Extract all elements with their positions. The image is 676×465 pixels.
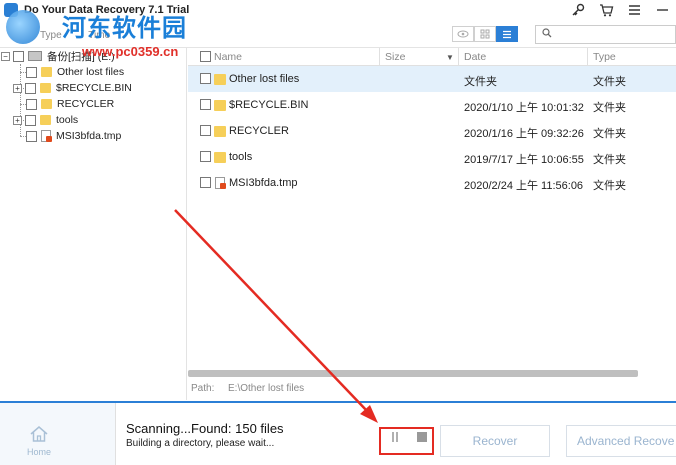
path-bar: Path: E:\Other lost files <box>188 380 676 398</box>
home-label: Home <box>27 447 52 457</box>
row-checkbox[interactable] <box>200 151 211 162</box>
watermark-logo-icon <box>6 10 40 44</box>
tree-item-msi-tmp[interactable]: MSI3bfda.tmp <box>26 128 121 144</box>
row-name: MSI3bfda.tmp <box>229 177 298 189</box>
menu-icon[interactable] <box>626 2 642 18</box>
path-label: Path: <box>191 383 215 394</box>
table-row[interactable]: RECYCLER 2020/1/16 上午 09:32:26 文件夹 <box>188 118 676 144</box>
eye-icon <box>457 30 469 38</box>
watermark-text: 河东软件园 <box>62 13 187 42</box>
row-date: 2019/7/17 上午 10:06:55 <box>464 154 584 166</box>
row-checkbox[interactable] <box>200 73 211 84</box>
folder-icon <box>40 83 51 93</box>
view-switcher <box>452 26 518 42</box>
tree-item-label: MSI3bfda.tmp <box>56 130 122 142</box>
row-checkbox[interactable] <box>200 99 211 110</box>
table-row[interactable]: tools 2019/7/17 上午 10:06:55 文件夹 <box>188 144 676 170</box>
tree-checkbox[interactable] <box>25 82 36 94</box>
scan-status: Scanning...Found: 150 files <box>126 421 284 436</box>
tree-checkbox[interactable] <box>26 98 37 110</box>
key-icon[interactable] <box>570 2 586 18</box>
tree-item-label: RECYCLER <box>57 98 115 110</box>
folder-icon <box>41 67 52 77</box>
tree-item-recycler[interactable]: RECYCLER <box>26 96 114 112</box>
tree-checkbox[interactable] <box>26 66 37 78</box>
table-row[interactable]: $RECYCLE.BIN 2020/1/10 上午 10:01:32 文件夹 <box>188 92 676 118</box>
row-type: 文件夹 <box>593 102 626 114</box>
highlight-box <box>379 427 434 455</box>
search-icon <box>542 28 552 41</box>
row-checkbox[interactable] <box>200 125 211 136</box>
column-size[interactable]: Size <box>385 51 405 63</box>
tmp-file-icon <box>215 177 226 189</box>
horizontal-scrollbar[interactable] <box>188 370 638 377</box>
tab-type[interactable]: Type <box>40 30 62 41</box>
column-type[interactable]: Type <box>593 51 616 63</box>
tree-checkbox[interactable] <box>26 130 37 142</box>
list-view-button[interactable] <box>496 26 518 42</box>
tree-item-tools[interactable]: + tools <box>13 112 78 128</box>
folder-icon <box>214 152 226 163</box>
table-row[interactable]: Other lost files 文件夹 文件夹 <box>188 66 676 92</box>
tree-checkbox[interactable] <box>25 114 36 126</box>
minimize-icon[interactable] <box>654 2 670 18</box>
folder-icon <box>41 99 52 109</box>
row-name: RECYCLER <box>229 125 289 137</box>
tree-checkbox[interactable] <box>13 50 24 62</box>
tree-item-label: Other lost files <box>57 66 125 78</box>
collapse-icon[interactable]: − <box>1 51 10 61</box>
bottom-bar: Home Scanning...Found: 150 files Buildin… <box>0 401 676 465</box>
list-icon <box>503 30 511 38</box>
home-button[interactable]: Home <box>0 403 116 465</box>
table-row[interactable]: MSI3bfda.tmp 2020/2/24 上午 11:56:06 文件夹 <box>188 170 676 196</box>
advanced-recovery-button[interactable]: Advanced Recove <box>566 425 676 457</box>
list-header: Name Size ▼ Date Type <box>188 48 676 66</box>
row-type: 文件夹 <box>593 180 626 192</box>
file-list: Name Size ▼ Date Type Other lost files 文… <box>188 48 676 400</box>
row-checkbox[interactable] <box>200 177 211 188</box>
sort-down-icon[interactable]: ▼ <box>446 53 454 62</box>
column-date[interactable]: Date <box>464 51 486 63</box>
grid-icon <box>480 29 490 39</box>
folder-icon <box>214 126 226 137</box>
row-type: 文件夹 <box>593 76 626 88</box>
tree-item-label: tools <box>56 114 79 126</box>
tree-item-recycle-bin[interactable]: + $RECYCLE.BIN <box>13 80 132 96</box>
row-name: Other lost files <box>229 73 300 85</box>
row-date: 2020/1/10 上午 10:01:32 <box>464 102 584 114</box>
thumbnail-view-button[interactable] <box>474 26 496 42</box>
folder-icon <box>214 74 226 85</box>
row-date: 2020/2/24 上午 11:56:06 <box>464 180 584 192</box>
folder-tree: − 备份[扫描] (E:) Other lost files + $RECYCL… <box>0 48 187 400</box>
cart-icon[interactable] <box>598 2 614 18</box>
preview-view-button[interactable] <box>452 26 474 42</box>
recover-button[interactable]: Recover <box>440 425 550 457</box>
drive-icon <box>28 51 42 61</box>
scan-substatus: Building a directory, please wait... <box>126 438 275 449</box>
folder-icon <box>40 115 51 125</box>
expand-icon[interactable]: + <box>13 83 22 93</box>
title-bar-icons <box>570 2 670 18</box>
tree-item-label: $RECYCLE.BIN <box>56 82 132 94</box>
row-name: $RECYCLE.BIN <box>229 99 309 111</box>
home-icon <box>29 425 49 448</box>
row-type: 文件夹 <box>593 154 626 166</box>
row-date: 文件夹 <box>464 76 497 88</box>
expand-icon[interactable]: + <box>13 115 22 125</box>
tree-item-other-lost-files[interactable]: Other lost files <box>26 64 124 80</box>
row-type: 文件夹 <box>593 128 626 140</box>
path-value: E:\Other lost files <box>228 383 305 394</box>
row-name: tools <box>229 151 253 163</box>
watermark-url: www.pc0359.cn <box>82 44 179 59</box>
column-name[interactable]: Name <box>214 51 242 63</box>
tmp-file-icon <box>41 130 52 142</box>
row-date: 2020/1/16 上午 09:32:26 <box>464 128 584 140</box>
search-input[interactable] <box>535 25 676 44</box>
select-all-checkbox[interactable] <box>200 51 211 62</box>
folder-icon <box>214 100 226 111</box>
